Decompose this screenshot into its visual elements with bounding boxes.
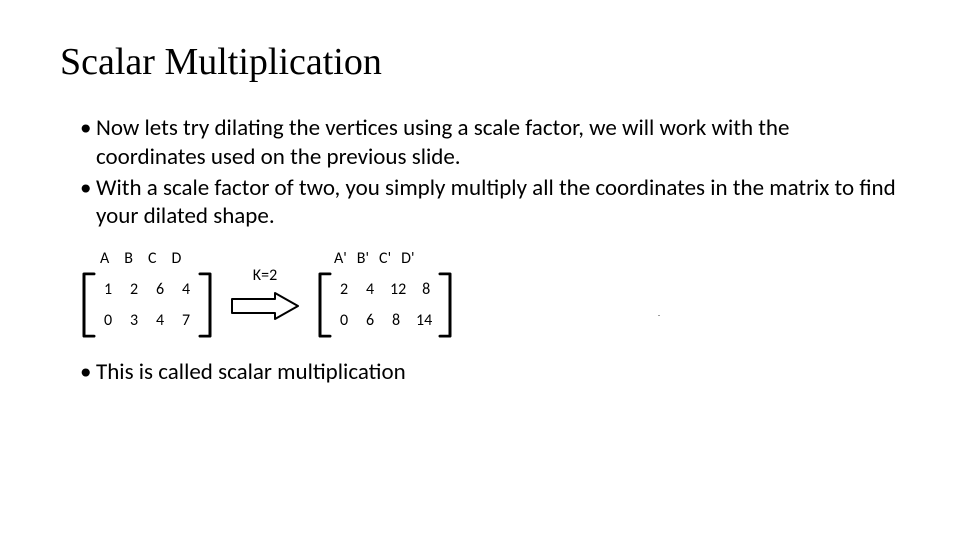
matrix-cell: 4 [180,280,192,299]
col-label: D [172,249,183,268]
matrix-cell: 8 [420,280,432,299]
output-matrix-columns: A' B' C' D' [334,249,454,268]
matrix-row: 2 4 12 8 [338,280,432,299]
bullet-list: Now lets try dilating the vertices using… [60,114,900,231]
matrix-cell: 0 [338,311,350,330]
matrix-row: 1 2 6 4 [102,280,192,299]
input-matrix-rows: 1 2 6 4 0 3 4 7 [102,280,192,330]
matrix-cell: 2 [338,280,350,299]
col-label: A [100,249,110,268]
col-label: B' [357,249,369,268]
output-matrix-rows: 2 4 12 8 0 6 8 14 [338,280,432,330]
bracket-right-icon [438,272,454,338]
output-matrix-body: 2 4 12 8 0 6 8 14 [316,272,454,338]
matrix-cell: 6 [364,311,376,330]
stray-mark: . [658,309,660,319]
matrix-cell: 3 [128,311,140,330]
matrix-cell: 1 [102,280,114,299]
bullet-list: This is called scalar multiplication [60,358,900,387]
bracket-left-icon [80,272,96,338]
matrix-row: 0 6 8 14 [338,311,432,330]
bracket-left-icon [316,272,332,338]
col-label: C [148,249,158,268]
output-matrix: A' B' C' D' 2 4 12 8 0 [316,249,454,338]
slide-title: Scalar Multiplication [60,40,900,84]
bullet-item: This is called scalar multiplication [80,358,900,387]
matrix-cell: 0 [102,311,114,330]
input-matrix-columns: A B C D [100,249,214,268]
matrix-cell: 2 [128,280,140,299]
arrow-right-icon [230,291,300,321]
matrix-cell: 4 [154,311,166,330]
bullet-item: Now lets try dilating the vertices using… [80,114,900,172]
col-label: B [124,249,134,268]
bullet-item: With a scale factor of two, you simply m… [80,174,900,232]
slide: Scalar Multiplication Now lets try dilat… [0,0,960,540]
bracket-right-icon [198,272,214,338]
matrix-cell: 6 [154,280,166,299]
matrix-cell: 4 [364,280,376,299]
matrix-cell: 7 [180,311,192,330]
matrix-cell: 8 [390,311,402,330]
col-label: C' [379,249,391,268]
input-matrix: A B C D 1 2 6 4 0 3 [80,249,214,338]
matrix-row: 0 3 4 7 [102,311,192,330]
col-label: D' [401,249,414,268]
col-label: A' [334,249,347,268]
scalar-label: K=2 [253,266,277,285]
matrix-cell: 12 [390,280,406,299]
matrix-diagram: A B C D 1 2 6 4 0 3 [80,249,900,338]
input-matrix-body: 1 2 6 4 0 3 4 7 [80,272,214,338]
scalar-arrow: K=2 [230,266,300,321]
matrix-cell: 14 [416,311,432,330]
